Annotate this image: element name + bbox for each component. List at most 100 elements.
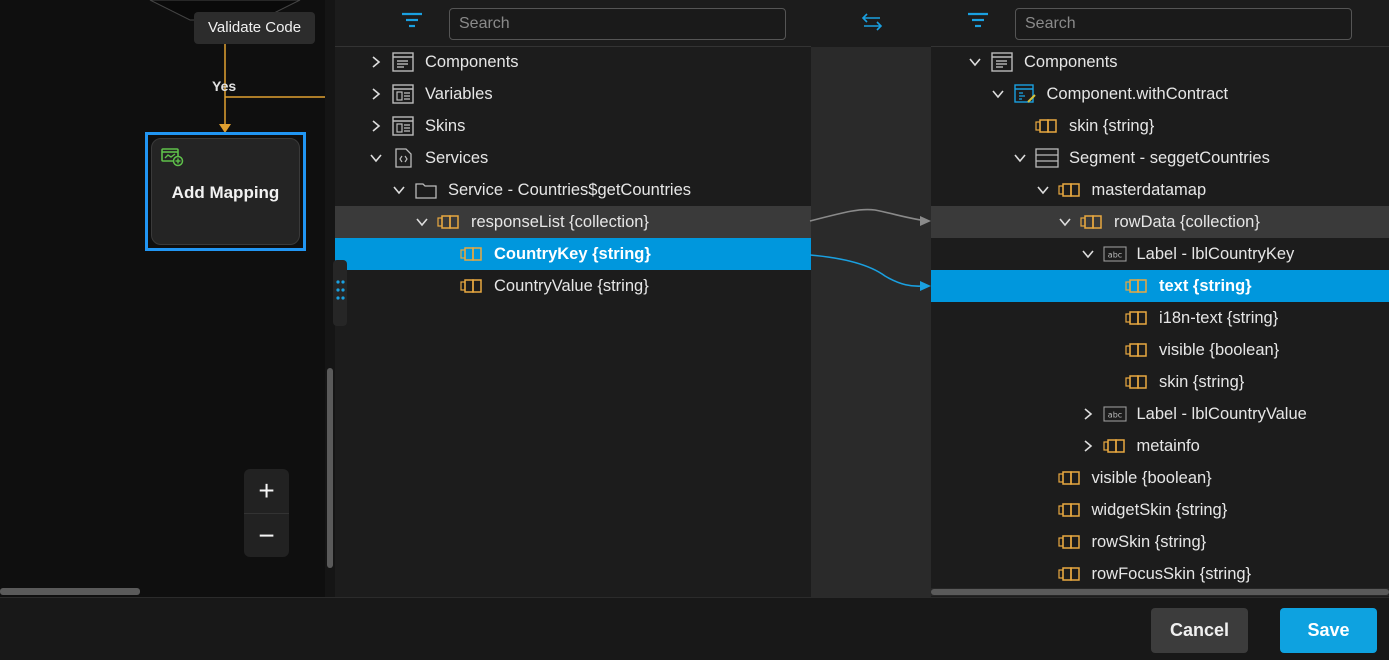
tree-row[interactable]: CountryValue {string} [335,270,811,302]
field-icon [1125,375,1147,389]
tree-row[interactable]: Components [931,46,1389,78]
zoom-out-button[interactable]: − [244,513,289,557]
tree-row[interactable]: abc Label - lblCountryValue [931,398,1389,430]
add-mapping-node[interactable]: Add Mapping [145,132,306,251]
tree-row[interactable]: visible {boolean} [931,334,1389,366]
tree-row-label: Variables [425,84,493,103]
tree-row[interactable]: i18n-text {string} [931,302,1389,334]
field-icon [1125,279,1147,293]
field-icon [1035,119,1057,133]
grip-dots-icon [336,280,345,300]
tree-row-label: CountryKey {string} [494,244,651,263]
canvas-horizontal-scrollbar[interactable] [0,588,140,595]
tree-row[interactable]: masterdatamap [931,174,1389,206]
chevron-right-icon[interactable] [1081,439,1095,453]
chevron-down-icon[interactable] [369,151,383,165]
svg-text:abc: abc [1107,411,1121,420]
chevron-right-icon[interactable] [369,55,383,69]
chevron-down-icon[interactable] [1058,215,1072,229]
swap-arrows-icon[interactable] [860,12,884,32]
dialog-footer: Cancel Save [0,597,1389,660]
target-search-input[interactable] [1015,8,1352,40]
chevron-down-icon[interactable] [415,215,429,229]
segment-icon [1035,148,1059,168]
tree-row-label: widgetSkin {string} [1091,500,1228,519]
mapping-editor: Validate Code Yes Add Mapping + − Search… [0,0,1389,660]
tree-row[interactable]: abc Label - lblCountryKey [931,238,1389,270]
tree-row-label: text {string} [1159,276,1252,295]
chevron-down-icon[interactable] [1013,151,1027,165]
field-icon [1057,503,1080,517]
tree-row[interactable]: skin {string} [931,110,1389,142]
components-icon [991,52,1013,72]
tree-row[interactable]: rowData {collection} [931,206,1389,238]
services-icon [395,148,412,168]
field-icon [1125,311,1147,325]
source-tree: Components Variables Skins Services Service … [335,46,811,302]
tree-row[interactable]: widgetSkin {string} [931,494,1389,526]
tree-row-label: Skins [425,116,466,135]
components-icon [392,52,414,72]
label-icon: abc [1102,246,1127,262]
yes-branch-label: Yes [212,78,237,94]
panel-drag-handle[interactable] [333,260,347,326]
flow-canvas[interactable]: Validate Code Yes Add Mapping + − [0,0,335,597]
zoom-controls: + − [244,469,289,557]
save-button[interactable]: Save [1280,608,1377,653]
chevron-down-icon[interactable] [968,55,982,69]
tree-row-label: rowSkin {string} [1091,532,1207,551]
tree-row[interactable]: Components [335,46,811,78]
mapping-gutter [811,47,931,597]
tree-row-label: Services [425,148,489,167]
tree-row[interactable]: skin {string} [931,366,1389,398]
source-search-input[interactable] [449,8,786,40]
tree-row-label: skin {string} [1069,116,1155,135]
tree-row-label: CountryValue {string} [494,276,649,295]
tree-row[interactable]: text {string} [931,270,1389,302]
field-icon [1057,535,1080,549]
tree-row-label: Components [425,52,519,71]
chevron-down-icon[interactable] [1081,247,1095,261]
source-tree-panel: Components Variables Skins Services Service … [335,0,811,597]
tree-row[interactable]: rowFocusSkin {string} [931,558,1389,590]
tree-row[interactable]: Component.withContract [931,78,1389,110]
tree-row[interactable]: Services [335,142,811,174]
tree-row-label: Components [1024,52,1118,71]
tree-row-label: visible {boolean} [1159,340,1280,359]
tree-row-label: i18n-text {string} [1159,308,1279,327]
canvas-vertical-scrollbar[interactable] [327,368,333,568]
tree-row[interactable]: CountryKey {string} [335,238,811,270]
chevron-right-icon[interactable] [369,87,383,101]
target-toolbar [931,0,1389,47]
tree-row[interactable]: responseList {collection} [335,206,811,238]
chevron-down-icon[interactable] [1036,183,1050,197]
chevron-down-icon[interactable] [991,87,1005,101]
field-icon [1102,439,1125,453]
tree-row[interactable]: Service - Countries$getCountries [335,174,811,206]
tree-row[interactable]: visible {boolean} [931,462,1389,494]
field-icon [460,279,482,293]
tree-row-label: visible {boolean} [1091,468,1212,487]
tree-row[interactable]: Segment - seggetCountries [931,142,1389,174]
tree-row-label: responseList {collection} [471,212,649,231]
cancel-button[interactable]: Cancel [1151,608,1248,653]
svg-text:abc: abc [1107,251,1121,260]
chevron-right-icon[interactable] [369,119,383,133]
filter-icon[interactable] [401,11,423,31]
tree-row-label: Component.withContract [1046,84,1229,103]
target-horizontal-scrollbar[interactable] [931,589,1389,595]
tree-row-label: Label - lblCountryValue [1136,404,1307,423]
node-title: Add Mapping [171,183,280,202]
chevron-down-icon[interactable] [392,183,406,197]
chevron-right-icon[interactable] [1081,407,1095,421]
zoom-in-button[interactable]: + [244,469,289,513]
tree-row[interactable]: metainfo [931,430,1389,462]
tree-row[interactable]: rowSkin {string} [931,526,1389,558]
tree-row[interactable]: Skins [335,110,811,142]
tree-row-label: rowData {collection} [1114,212,1260,231]
variables-icon [392,84,414,104]
filter-icon[interactable] [967,11,989,31]
field-icon [1057,183,1080,197]
tree-row[interactable]: Variables [335,78,811,110]
source-toolbar [335,0,811,47]
